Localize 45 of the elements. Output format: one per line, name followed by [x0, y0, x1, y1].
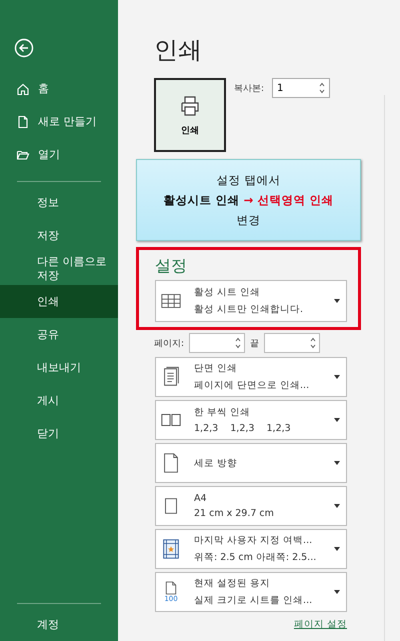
caret-icon [334, 547, 340, 551]
sidebar-item[interactable]: 정보 [0, 186, 118, 219]
pages-to-label: 끝 [250, 338, 260, 350]
sidebar-item[interactable]: 닫기 [0, 417, 118, 450]
spinner-icon[interactable] [235, 336, 242, 350]
spinner-icon[interactable] [310, 336, 316, 350]
sidebar-item[interactable]: 내보내기 [0, 351, 118, 384]
sidebar-item[interactable]: 저장 [0, 219, 118, 252]
caret-icon [334, 590, 340, 594]
sidebar-item[interactable]: 새로 만들기 [0, 105, 118, 138]
page-to-field[interactable] [264, 333, 320, 353]
page-from-field[interactable] [189, 333, 246, 353]
document-icon [16, 114, 30, 128]
pages-label: 페이지: [154, 338, 184, 350]
section-title: 설정 [155, 256, 188, 277]
caret-icon [334, 461, 340, 465]
setting-dropdown[interactable]: A4 21 cm x 29.7 cm [155, 486, 347, 526]
copies-field[interactable]: 1 [272, 78, 330, 98]
sidebar-item[interactable]: 홈 [0, 72, 118, 105]
spinner-icon[interactable] [319, 81, 326, 95]
setting-dropdown[interactable]: 한 부씩 인쇄 1,2,3 1,2,3 1,2,3 [155, 400, 347, 440]
callout-text: 활성시트 인쇄 → 선택영역 인쇄 [164, 192, 334, 208]
caret-icon [334, 504, 340, 508]
sidebar-item[interactable]: 게시 [0, 384, 118, 417]
caret-icon [334, 375, 340, 379]
page-setup-link[interactable]: 페이지 설정 [294, 618, 347, 631]
caret-icon [334, 418, 340, 422]
setting-dropdown[interactable]: 마지막 사용자 지정 여백... 위쪽: 2.5 cm 아래쪽: 2.5... [155, 529, 347, 569]
home-icon [16, 82, 30, 96]
sidebar-item[interactable]: 다른 이름으로 저장 [0, 252, 118, 285]
setting-dropdown[interactable]: 세로 방향 [155, 443, 347, 483]
page-title: 인쇄 [154, 35, 203, 66]
callout-text: 변경 [236, 212, 260, 228]
margins-icon [160, 538, 182, 560]
sidebar-item[interactable]: 인쇄 [0, 285, 118, 318]
sidebar-item[interactable]: 공유 [0, 318, 118, 351]
callout-text: 설정 탭에서 [216, 172, 280, 188]
caret-icon [334, 299, 340, 303]
print-what-dropdown[interactable]: 활성 시트 인쇄 활성 시트만 인쇄합니다. [155, 280, 347, 322]
back-icon[interactable] [14, 38, 34, 58]
print-button[interactable]: 인쇄 [154, 78, 226, 152]
sidebar-item[interactable]: 열기 [0, 138, 118, 171]
copies-label: 복사본: [234, 83, 264, 95]
sidebar-item[interactable]: 계정 [0, 608, 118, 641]
setting-dropdown[interactable]: 단면 인쇄 페이지에 단면으로 인쇄... [155, 357, 347, 397]
